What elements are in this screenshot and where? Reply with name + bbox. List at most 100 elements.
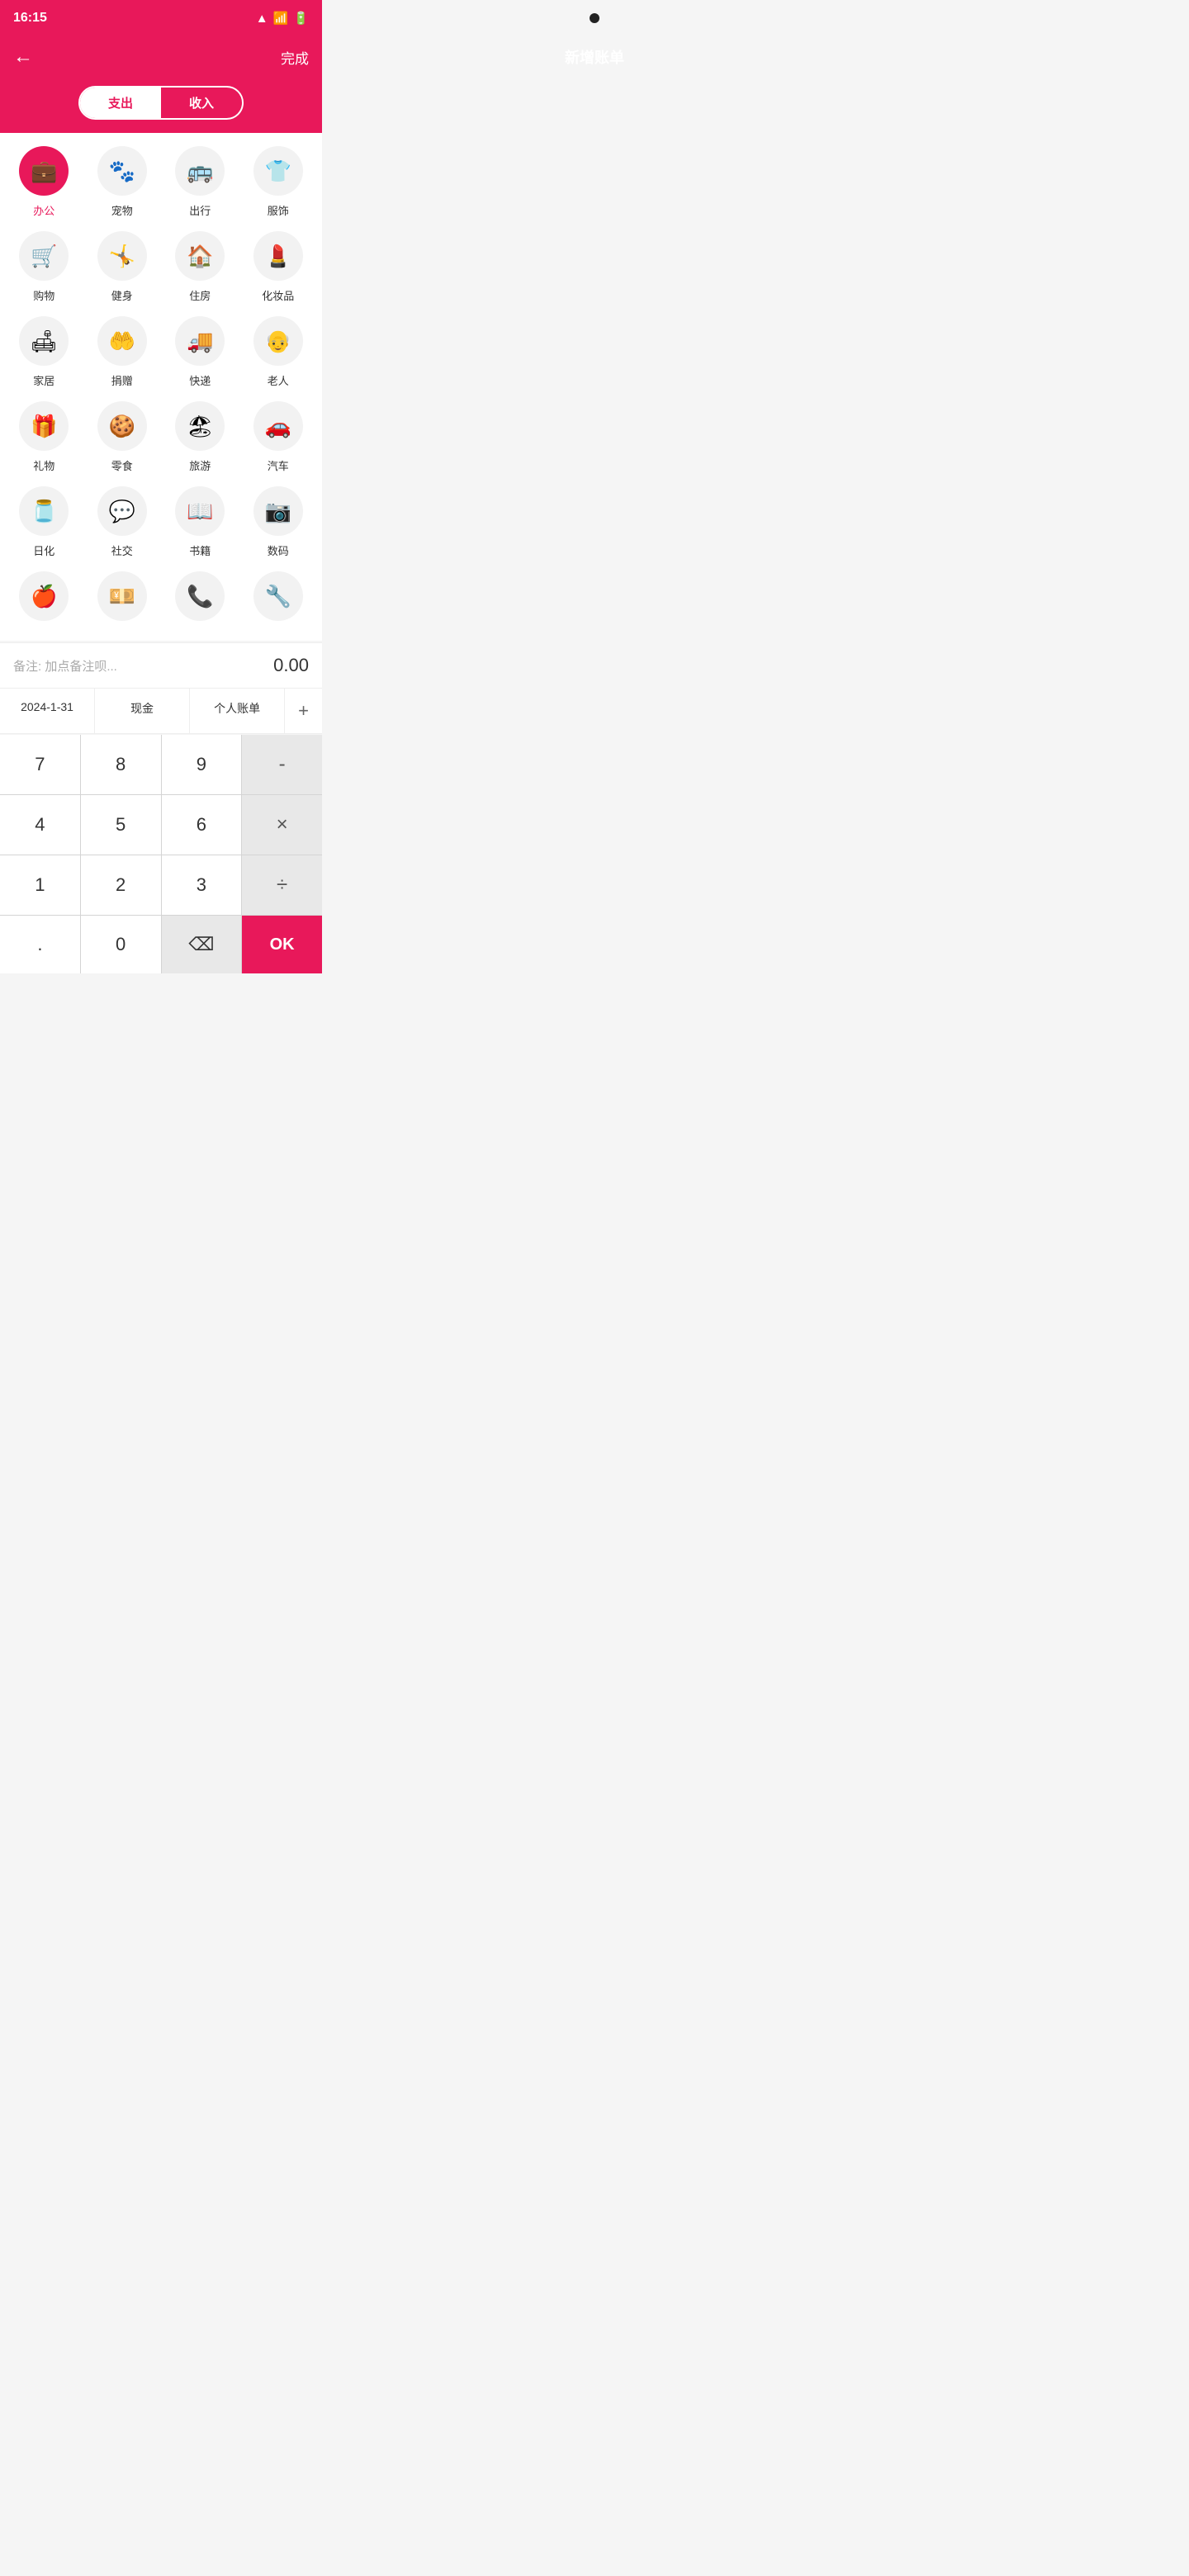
tab-bar: 支出 收入: [0, 78, 322, 133]
category-label: 捐赠: [111, 372, 133, 388]
status-bar: 16:15 ▲ 📶 🔋: [0, 0, 322, 36]
category-item[interactable]: 📷 数码: [241, 486, 316, 558]
category-label: 健身: [111, 287, 133, 303]
wifi-icon: ▲: [256, 12, 268, 26]
category-item[interactable]: 💴: [85, 571, 160, 627]
numpad-key-.[interactable]: .: [0, 916, 80, 973]
category-icon: 🍪: [97, 401, 147, 451]
category-label: 住房: [189, 287, 211, 303]
category-icon: 🤲: [97, 316, 147, 366]
category-item[interactable]: 👕 服饰: [241, 146, 316, 218]
numpad-key-2[interactable]: 2: [81, 855, 161, 915]
categories-grid: 💼 办公 🐾 宠物 🚌出行 👕 服饰 🛒 购物 🤸 健身 🏠 住房 💄 化妆品 🛋 家居 🤲 捐赠 🚚快递 👴 老人 🎁 礼物…: [0, 133, 322, 641]
category-item[interactable]: 💄 化妆品: [241, 231, 316, 303]
account-cell[interactable]: 个人账单: [190, 689, 285, 733]
category-item[interactable]: 💬社交: [85, 486, 160, 558]
numpad-key-4[interactable]: 4: [0, 795, 80, 855]
category-icon: 👕: [253, 146, 303, 196]
back-button[interactable]: ←: [13, 45, 33, 69]
category-item[interactable]: 🛋 家居: [7, 316, 82, 388]
category-label: 零食: [111, 457, 133, 473]
category-item[interactable]: 🚗 汽车: [241, 401, 316, 473]
category-icon: 🐾: [97, 146, 147, 196]
category-label: 快递: [189, 372, 211, 388]
category-label: 数码: [268, 542, 289, 558]
category-item[interactable]: 🤸 健身: [85, 231, 160, 303]
status-icons: ▲ 📶 🔋: [256, 11, 309, 26]
category-icon: 🚗: [253, 401, 303, 451]
operator-key-÷[interactable]: ÷: [242, 855, 322, 915]
tab-income[interactable]: 收入: [161, 88, 242, 118]
status-time: 16:15: [13, 11, 47, 26]
numpad-key-7[interactable]: 7: [0, 735, 80, 794]
category-item[interactable]: 👴 老人: [241, 316, 316, 388]
category-icon: 💴: [97, 571, 147, 621]
delete-key[interactable]: ⌫: [162, 916, 242, 973]
numpad-key-6[interactable]: 6: [162, 795, 242, 855]
category-label: 汽车: [268, 457, 289, 473]
category-icon: 👴: [253, 316, 303, 366]
category-item[interactable]: 📖 书籍: [163, 486, 238, 558]
numpad-key-5[interactable]: 5: [81, 795, 161, 855]
tab-expense[interactable]: 支出: [80, 88, 161, 118]
category-icon: 🫙: [19, 486, 69, 536]
category-label: 日化: [33, 542, 54, 558]
category-item[interactable]: 🏠 住房: [163, 231, 238, 303]
numpad-key-1[interactable]: 1: [0, 855, 80, 915]
category-icon: 🛒: [19, 231, 69, 281]
category-label: 服饰: [268, 202, 289, 218]
category-label: 家居: [33, 372, 54, 388]
category-item[interactable]: 💼 办公: [7, 146, 82, 218]
battery-icon: 🔋: [293, 11, 309, 26]
category-item[interactable]: 📞: [163, 571, 238, 627]
numpad-key-9[interactable]: 9: [162, 735, 242, 794]
category-label: 宠物: [111, 202, 133, 218]
done-button[interactable]: 完成: [281, 47, 309, 68]
category-item[interactable]: 🛒 购物: [7, 231, 82, 303]
category-label: 化妆品: [262, 287, 294, 303]
category-icon: 🛋: [19, 316, 69, 366]
category-item[interactable]: 🔧: [241, 571, 316, 627]
operator-key--[interactable]: -: [242, 735, 322, 794]
category-icon: 🚌: [175, 146, 225, 196]
category-label: 旅游: [189, 457, 211, 473]
category-item[interactable]: 🫙 日化: [7, 486, 82, 558]
category-item[interactable]: 🍪 零食: [85, 401, 160, 473]
category-label: 购物: [33, 287, 54, 303]
note-placeholder[interactable]: 备注: 加点备注呗...: [13, 657, 117, 675]
category-item[interactable]: 🚚快递: [163, 316, 238, 388]
category-item[interactable]: 🤲 捐赠: [85, 316, 160, 388]
numpad-key-3[interactable]: 3: [162, 855, 242, 915]
category-item[interactable]: 🍎: [7, 571, 82, 627]
category-icon: 🔧: [253, 571, 303, 621]
category-icon: 💄: [253, 231, 303, 281]
category-icon: 🍎: [19, 571, 69, 621]
ok-button[interactable]: OK: [242, 916, 322, 973]
category-icon: 🏠: [175, 231, 225, 281]
category-icon: 🎁: [19, 401, 69, 451]
pay-method-cell[interactable]: 现金: [95, 689, 190, 733]
add-button[interactable]: +: [285, 689, 322, 733]
category-label: 老人: [268, 372, 289, 388]
date-cell[interactable]: 2024-1-31: [0, 689, 95, 733]
tab-group: 支出 收入: [78, 86, 244, 120]
page-title: 新增账单: [565, 46, 624, 68]
category-item[interactable]: 🏖旅游: [163, 401, 238, 473]
category-label: 书籍: [189, 542, 211, 558]
category-icon: 💼: [19, 146, 69, 196]
numpad-key-0[interactable]: 0: [81, 916, 161, 973]
category-label: 办公: [33, 202, 54, 218]
header: ← 新增账单 完成: [0, 36, 322, 78]
numpad-key-8[interactable]: 8: [81, 735, 161, 794]
category-icon: 💬: [97, 486, 147, 536]
category-icon: 📷: [253, 486, 303, 536]
info-row: 2024-1-31 现金 个人账单 +: [0, 688, 322, 734]
category-item[interactable]: 🎁 礼物: [7, 401, 82, 473]
category-item[interactable]: 🐾 宠物: [85, 146, 160, 218]
category-icon: 📖: [175, 486, 225, 536]
note-amount-bar: 备注: 加点备注呗... 0.00: [0, 642, 322, 688]
operator-key-×[interactable]: ×: [242, 795, 322, 855]
category-icon: 🤸: [97, 231, 147, 281]
category-item[interactable]: 🚌出行: [163, 146, 238, 218]
category-label: 礼物: [33, 457, 54, 473]
